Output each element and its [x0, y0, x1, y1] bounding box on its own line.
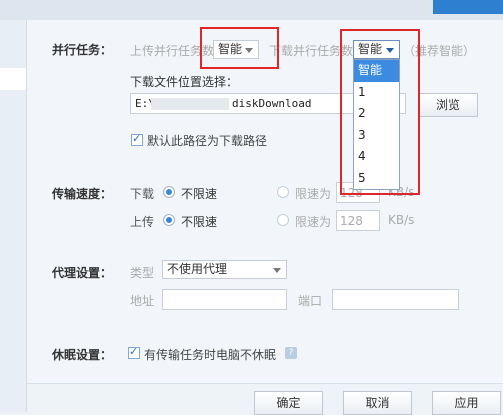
upload-speed-label: 上传: [130, 215, 155, 229]
proxy-section-label: 代理设置：: [52, 266, 113, 280]
prevent-sleep-checkbox[interactable]: [128, 345, 140, 359]
download-unlimited-radio[interactable]: [163, 186, 175, 198]
chevron-down-icon: [273, 268, 281, 273]
speed-section-label: 传输速度：: [52, 187, 113, 201]
sleep-section-label: 休眠设置：: [52, 348, 113, 362]
download-speed-label: 下载: [130, 187, 155, 201]
upload-limit-radio[interactable]: [277, 214, 289, 226]
ok-button[interactable]: 确定: [254, 391, 323, 415]
proxy-type-label: 类型: [130, 266, 155, 280]
default-path-checkbox[interactable]: [131, 132, 143, 146]
settings-sidebar: [0, 20, 27, 412]
sidebar-selected-item[interactable]: [0, 68, 26, 90]
prevent-sleep-label: 有传输任务时电脑不休眠: [144, 348, 277, 362]
browse-button[interactable]: 浏览: [418, 93, 478, 117]
annotation-box-download: [340, 29, 420, 195]
upload-limit-input[interactable]: 128: [336, 210, 380, 231]
help-icon[interactable]: ?: [285, 347, 297, 359]
upload-limit-label: 限速为: [295, 215, 332, 229]
download-limit-label: 限速为: [295, 187, 332, 201]
title-bar-accent: [433, 0, 503, 14]
proxy-port-input[interactable]: [332, 289, 459, 310]
annotation-box-upload: [200, 27, 279, 69]
apply-button[interactable]: 应用: [432, 391, 501, 415]
cancel-button[interactable]: 取消: [343, 391, 412, 415]
proxy-port-label: 端口: [298, 294, 323, 308]
parallel-section-label: 并行任务：: [52, 43, 113, 57]
proxy-type-select[interactable]: 不使用代理: [162, 260, 287, 279]
window-top-bar: [0, 0, 503, 20]
download-location-label: 下载文件位置选择：: [130, 75, 239, 89]
redacted-path-segment: [151, 98, 229, 110]
proxy-address-label: 地址: [130, 294, 155, 308]
download-unlimited-label: 不限速: [181, 187, 218, 201]
default-path-label: 默认此路径为下载路径: [147, 134, 268, 148]
upload-limit-value: 128: [340, 214, 363, 228]
download-path-suffix: diskDownload: [232, 97, 312, 110]
download-limit-radio[interactable]: [277, 186, 289, 198]
proxy-address-input[interactable]: [162, 289, 287, 310]
upload-unlimited-radio[interactable]: [163, 214, 175, 226]
upload-speed-unit: KB/s: [388, 213, 415, 227]
proxy-type-value: 不使用代理: [167, 262, 228, 276]
upload-unlimited-label: 不限速: [181, 215, 218, 229]
